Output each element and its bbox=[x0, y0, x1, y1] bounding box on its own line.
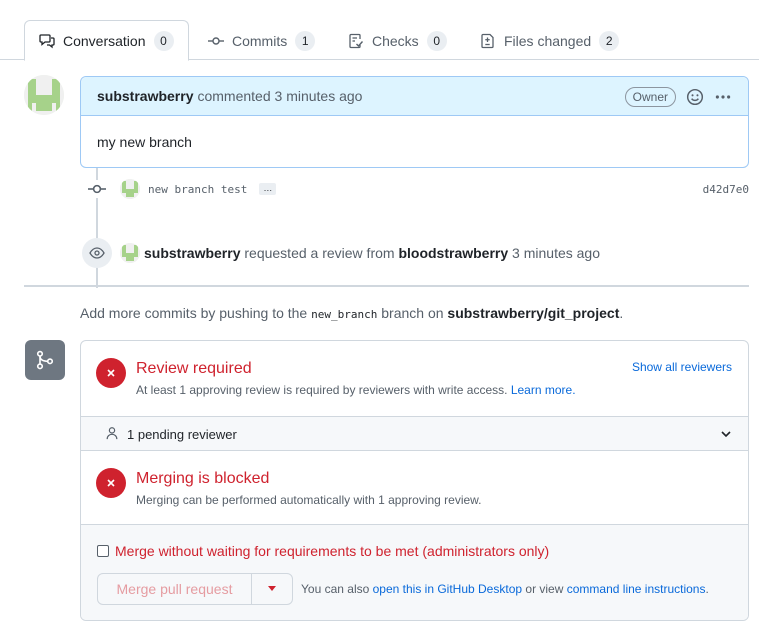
also-middle: or view bbox=[525, 582, 564, 596]
tab-conversation-count: 0 bbox=[153, 30, 174, 51]
admin-merge-checkbox[interactable] bbox=[97, 545, 109, 557]
identicon bbox=[24, 75, 64, 115]
push-note-middle: branch on bbox=[381, 305, 444, 321]
tab-conversation-label: Conversation bbox=[63, 32, 146, 49]
branch-name: new_branch bbox=[311, 308, 378, 321]
eye-icon bbox=[89, 247, 105, 259]
merge-button-group: Merge pull request bbox=[97, 573, 293, 605]
commit-author-avatar[interactable] bbox=[120, 179, 140, 199]
review-reviewer[interactable]: bloodstrawberry bbox=[398, 245, 508, 261]
git-merge-icon bbox=[36, 350, 54, 370]
tab-checks-label: Checks bbox=[372, 32, 419, 49]
triangle-down-icon bbox=[268, 586, 276, 591]
comment-discussion-icon bbox=[39, 33, 55, 48]
commit-expand-button[interactable]: … bbox=[259, 183, 277, 195]
identicon bbox=[120, 243, 140, 263]
merging-blocked-desc: Merging can be performed automatically w… bbox=[136, 493, 482, 507]
push-note-suffix: . bbox=[619, 305, 624, 321]
merge-controls: Merge without waiting for requirements t… bbox=[81, 524, 748, 620]
file-diff-icon bbox=[481, 33, 494, 48]
tab-commits-count: 1 bbox=[295, 30, 316, 51]
checklist-icon bbox=[349, 33, 364, 48]
admin-merge-checkbox-row[interactable]: Merge without waiting for requirements t… bbox=[97, 543, 549, 559]
timeline-divider bbox=[24, 285, 749, 287]
merging-blocked-section: Merging is blocked Merging can be perfor… bbox=[81, 451, 748, 524]
tab-commits[interactable]: Commits 1 bbox=[208, 20, 316, 61]
owner-badge: Owner bbox=[624, 87, 676, 107]
pending-reviewer-label: 1 pending reviewer bbox=[127, 427, 237, 442]
x-circle-icon bbox=[96, 468, 126, 498]
kebab-horizontal-icon[interactable] bbox=[714, 88, 732, 106]
tab-files-changed-label: Files changed bbox=[504, 32, 592, 49]
push-note-prefix: Add more commits by pushing to the bbox=[80, 305, 308, 321]
push-note: Add more commits by pushing to the new_b… bbox=[80, 305, 623, 321]
git-commit-icon bbox=[88, 180, 106, 198]
github-desktop-link[interactable]: open this in GitHub Desktop bbox=[373, 582, 522, 596]
tab-checks-count: 0 bbox=[426, 30, 447, 51]
commit-message[interactable]: new branch test bbox=[148, 183, 247, 196]
review-action: requested a review from bbox=[244, 245, 395, 261]
command-line-link[interactable]: command line instructions bbox=[567, 582, 706, 596]
timeline-review-request: substrawberry requested a review from bl… bbox=[82, 237, 600, 269]
git-commit-icon bbox=[208, 36, 224, 45]
review-required-title: Review required bbox=[136, 360, 252, 377]
review-required-section: Review required At least 1 approving rev… bbox=[81, 341, 748, 416]
review-actor[interactable]: substrawberry bbox=[144, 245, 240, 261]
pr-tabs: Conversation 0 Commits 1 Checks 0 Files … bbox=[0, 0, 759, 61]
also-suffix: . bbox=[705, 582, 709, 596]
pending-reviewers-row[interactable]: 1 pending reviewer bbox=[81, 416, 748, 451]
person-icon bbox=[106, 427, 118, 440]
tab-files-changed[interactable]: Files changed 2 bbox=[480, 20, 620, 61]
comment-author[interactable]: substrawberry bbox=[97, 88, 193, 104]
merge-pull-request-button[interactable]: Merge pull request bbox=[98, 574, 252, 604]
comment-body: my new branch bbox=[97, 134, 192, 150]
merge-alternatives: You can also open this in GitHub Desktop… bbox=[301, 582, 709, 596]
timeline-commit: new branch test … d42d7e0 bbox=[88, 178, 749, 200]
admin-merge-label[interactable]: Merge without waiting for requirements t… bbox=[115, 543, 549, 559]
also-prefix: You can also bbox=[301, 582, 370, 596]
merge-method-dropdown[interactable] bbox=[252, 574, 292, 604]
chevron-down-icon[interactable] bbox=[720, 428, 732, 440]
commit-sha[interactable]: d42d7e0 bbox=[703, 183, 749, 196]
comment-timestamp[interactable]: commented 3 minutes ago bbox=[197, 88, 362, 104]
tab-conversation[interactable]: Conversation 0 bbox=[24, 20, 189, 61]
repo-name[interactable]: substrawberry/git_project bbox=[447, 305, 619, 321]
review-time[interactable]: 3 minutes ago bbox=[512, 245, 600, 261]
merge-box: Review required At least 1 approving rev… bbox=[80, 340, 749, 621]
merging-blocked-title: Merging is blocked bbox=[136, 470, 270, 487]
avatar[interactable] bbox=[24, 75, 64, 115]
tab-files-changed-count: 2 bbox=[599, 30, 620, 51]
x-circle-icon bbox=[96, 358, 126, 388]
identicon bbox=[120, 179, 140, 199]
tab-commits-label: Commits bbox=[232, 32, 288, 49]
merge-status-icon bbox=[25, 340, 65, 380]
show-all-reviewers-link[interactable]: Show all reviewers bbox=[632, 360, 732, 374]
comment-box: substrawberry commented 3 minutes ago Ow… bbox=[80, 76, 749, 168]
smiley-icon[interactable] bbox=[686, 88, 704, 106]
review-required-text: At least 1 approving review is required … bbox=[136, 383, 508, 397]
review-required-desc: At least 1 approving review is required … bbox=[136, 383, 576, 397]
learn-more-link[interactable]: Learn more. bbox=[511, 383, 576, 397]
eye-badge bbox=[82, 238, 112, 268]
review-request-text: substrawberry requested a review from bl… bbox=[144, 245, 600, 261]
reviewer-request-avatar[interactable] bbox=[120, 243, 140, 263]
tab-checks[interactable]: Checks 0 bbox=[348, 20, 447, 61]
